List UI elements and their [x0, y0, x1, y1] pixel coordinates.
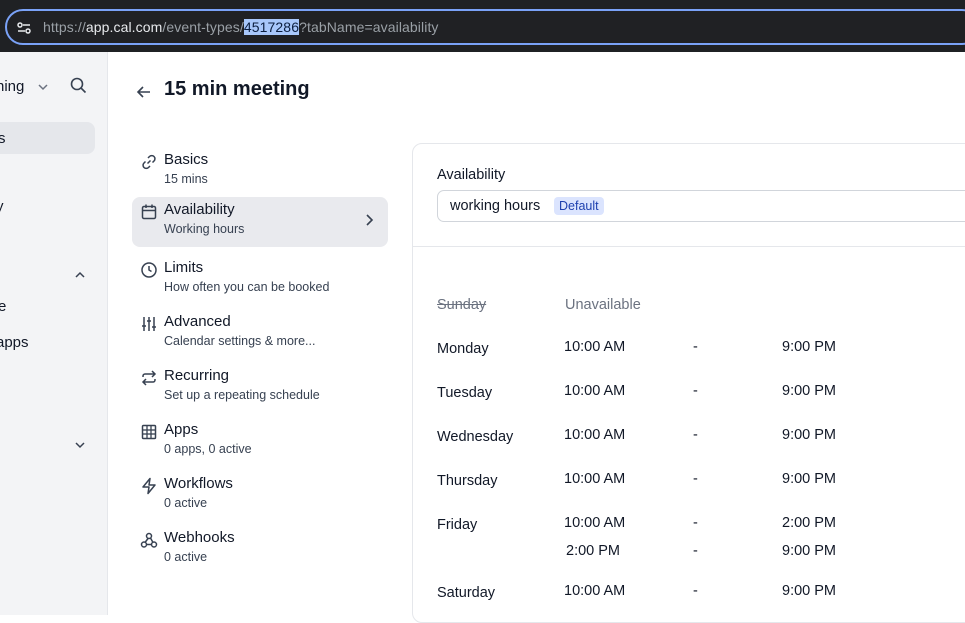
- start-time: 10:00 AM: [564, 427, 626, 443]
- tab-subtitle: 0 active: [164, 496, 208, 510]
- start-time: 2:00 PM: [566, 543, 620, 559]
- url-prefix: https://: [43, 19, 86, 35]
- grid-icon: [140, 423, 158, 441]
- day-thursday: Thursday: [437, 473, 498, 489]
- end-time: 9:00 PM: [782, 471, 836, 487]
- range-dash: -: [693, 383, 698, 399]
- divider: [412, 246, 965, 247]
- default-badge: Default: [554, 197, 604, 215]
- sidebar-item-label[interactable]: y: [0, 198, 4, 215]
- chevron-right-icon: [364, 213, 376, 232]
- start-time: 10:00 AM: [564, 515, 626, 531]
- url-selected-text: 4517286: [243, 19, 300, 35]
- back-arrow-icon[interactable]: [136, 84, 152, 105]
- start-time: 10:00 AM: [564, 583, 626, 599]
- site-settings-icon[interactable]: [15, 19, 33, 37]
- range-dash: -: [693, 471, 698, 487]
- tab-recurring[interactable]: Recurring Set up a repeating schedule: [132, 363, 388, 413]
- availability-label: Availability: [437, 167, 506, 183]
- end-time: 9:00 PM: [782, 427, 836, 443]
- browser-toolbar: https://app.cal.com/event-types/4517286?…: [0, 0, 965, 52]
- tab-title: Advanced: [164, 313, 231, 330]
- tab-title: Limits: [164, 259, 204, 276]
- address-bar[interactable]: https://app.cal.com/event-types/4517286?…: [5, 9, 965, 45]
- tab-advanced[interactable]: Advanced Calendar settings & more...: [132, 309, 388, 359]
- schedule-select-value: working hours: [450, 198, 541, 214]
- tab-basics[interactable]: Basics 15 mins: [132, 147, 388, 197]
- end-time: 9:00 PM: [782, 583, 836, 599]
- tab-webhooks[interactable]: Webhooks 0 active: [132, 525, 388, 575]
- range-dash: -: [693, 583, 698, 599]
- tab-subtitle: 0 apps, 0 active: [164, 442, 252, 456]
- repeat-icon: [140, 369, 158, 387]
- range-dash: -: [693, 339, 698, 355]
- unavailable-text: Unavailable: [565, 297, 641, 313]
- sidebar-user-name[interactable]: ning: [0, 78, 24, 95]
- calendar-icon: [140, 203, 158, 221]
- start-time: 10:00 AM: [564, 383, 626, 399]
- tab-title: Recurring: [164, 367, 230, 384]
- zap-icon: [140, 477, 158, 495]
- start-time: 10:00 AM: [564, 339, 626, 355]
- link-icon: [140, 153, 158, 171]
- day-sunday: Sunday: [437, 297, 487, 313]
- tab-subtitle: How often you can be booked: [164, 280, 330, 294]
- app-sidebar: ning s y e apps ': [0, 52, 108, 615]
- range-dash: -: [693, 543, 698, 559]
- tab-subtitle: Calendar settings & more...: [164, 334, 316, 348]
- tab-apps[interactable]: Apps 0 apps, 0 active: [132, 417, 388, 467]
- range-dash: -: [693, 515, 698, 531]
- sidebar-item-event-types[interactable]: [0, 122, 95, 154]
- tab-subtitle: 0 active: [164, 550, 208, 564]
- sidebar-item-label[interactable]: e: [0, 298, 6, 315]
- tab-title: Workflows: [164, 475, 233, 492]
- day-wednesday: Wednesday: [437, 429, 514, 445]
- day-tuesday: Tuesday: [437, 385, 493, 401]
- tab-limits[interactable]: Limits How often you can be booked: [132, 255, 388, 305]
- clock-icon: [140, 261, 158, 279]
- tab-title: Webhooks: [164, 529, 235, 546]
- tab-title: Apps: [164, 421, 199, 438]
- tab-title: Availability: [164, 201, 235, 218]
- url-host: app.cal.com: [85, 19, 163, 35]
- schedule-select[interactable]: working hours Default: [437, 190, 965, 222]
- day-saturday: Saturday: [437, 585, 496, 601]
- sliders-icon: [140, 315, 158, 333]
- chevron-down-icon[interactable]: [74, 438, 86, 456]
- tab-subtitle: Set up a repeating schedule: [164, 388, 320, 402]
- chevron-up-icon[interactable]: [74, 268, 86, 286]
- range-dash: -: [693, 427, 698, 443]
- url-query: ?tabName=availability: [299, 19, 439, 35]
- end-time: 2:00 PM: [782, 515, 836, 531]
- page-title: 15 min meeting: [164, 78, 310, 100]
- tab-subtitle: 15 mins: [164, 172, 208, 186]
- tab-subtitle: Working hours: [164, 222, 245, 236]
- end-time: 9:00 PM: [782, 339, 836, 355]
- tab-availability[interactable]: Availability Working hours: [132, 197, 388, 247]
- url-text[interactable]: https://app.cal.com/event-types/4517286?…: [43, 19, 439, 35]
- webhook-icon: [140, 531, 158, 549]
- sidebar-item-label[interactable]: apps: [0, 334, 29, 351]
- chevron-down-icon[interactable]: [37, 80, 49, 98]
- tab-workflows[interactable]: Workflows 0 active: [132, 471, 388, 521]
- start-time: 10:00 AM: [564, 471, 626, 487]
- end-time: 9:00 PM: [782, 383, 836, 399]
- day-monday: Monday: [437, 341, 489, 357]
- day-friday: Friday: [437, 517, 478, 533]
- sidebar-item-label: s: [0, 130, 6, 147]
- url-path: /event-types/: [162, 19, 244, 35]
- end-time: 9:00 PM: [782, 543, 836, 559]
- search-icon[interactable]: [70, 77, 87, 99]
- tab-title: Basics: [164, 151, 209, 168]
